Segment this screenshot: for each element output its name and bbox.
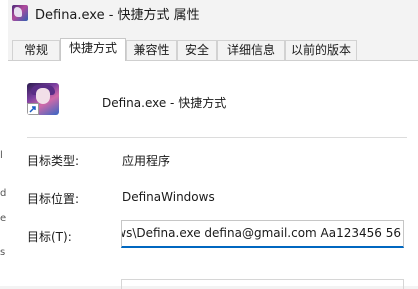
target-location-label: 目标位置: (27, 192, 80, 206)
shortcut-arrow-icon (27, 103, 39, 115)
background-fragment: l (0, 150, 3, 161)
tab-security[interactable]: 安全 (177, 40, 217, 60)
title-bar[interactable]: Defina.exe - 快捷方式 属性 (8, 0, 418, 34)
target-type-value: 应用程序 (122, 154, 171, 168)
background-fragment: s (0, 247, 6, 258)
target-input-value: ws\Defina.exe defina@gmail.com Aa123456 … (121, 226, 401, 240)
shortcut-name: Defina.exe - 快捷方式 (102, 96, 227, 110)
tab-general[interactable]: 常规 (12, 40, 60, 60)
start-in-input[interactable] (121, 279, 404, 289)
target-input[interactable]: ws\Defina.exe defina@gmail.com Aa123456 … (121, 220, 404, 248)
target-label: 目标(T): (27, 230, 72, 244)
target-location-value: DefinaWindows (122, 190, 215, 204)
tab-strip: 常规 快捷方式 兼容性 安全 详细信息 以前的版本 (8, 38, 418, 61)
window-title: Defina.exe - 快捷方式 属性 (35, 8, 200, 23)
shortcut-panel: Defina.exe - 快捷方式 目标类型: 应用程序 目标位置: Defin… (8, 60, 418, 289)
app-character-icon (12, 5, 28, 21)
tab-compatibility[interactable]: 兼容性 (126, 40, 177, 60)
background-fragment: d (0, 188, 7, 199)
background-fragment: e (0, 213, 7, 224)
divider (27, 137, 407, 138)
tab-details[interactable]: 详细信息 (217, 40, 285, 60)
target-type-label: 目标类型: (27, 154, 80, 168)
tab-shortcut[interactable]: 快捷方式 (60, 38, 126, 61)
tab-previous-versions[interactable]: 以前的版本 (285, 40, 357, 60)
properties-dialog: Defina.exe - 快捷方式 属性 常规 快捷方式 兼容性 安全 详细信息… (8, 0, 418, 289)
app-character-icon (27, 83, 59, 115)
